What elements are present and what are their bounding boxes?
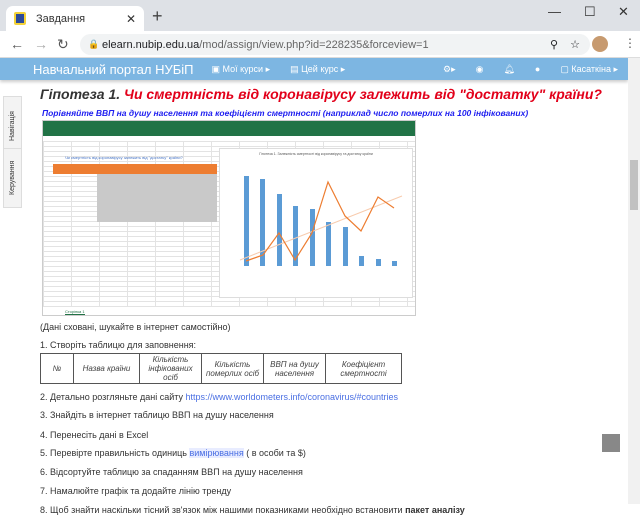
site-favicon-icon <box>14 12 26 25</box>
bar <box>244 176 249 266</box>
bar <box>343 227 348 266</box>
excel-table-header <box>53 164 217 174</box>
bookmark-star-icon[interactable]: ☆ <box>570 38 580 51</box>
excel-ribbon <box>43 121 415 136</box>
lock-icon: 🔒 <box>88 39 100 49</box>
step-1: 1. Створіть таблицю для заповнення: <box>40 340 197 350</box>
step-2-text: 2. Детально розгляньте дані сайту <box>40 392 186 402</box>
col-deaths: Кількість померлих осіб <box>201 353 264 384</box>
bar <box>359 256 364 266</box>
step-5-text: 5. Перевірте правильність одиниць <box>40 448 190 458</box>
url-path: /mod/assign/view.php?id=228235&forceview… <box>199 38 429 51</box>
new-tab-button[interactable]: + <box>152 6 163 27</box>
bar <box>376 259 381 266</box>
bar <box>277 194 282 266</box>
glossary-link[interactable]: вимірювання <box>189 448 244 458</box>
tab-title: Завдання <box>36 12 86 25</box>
url-host: elearn.nubip.edu.ua <box>102 38 200 51</box>
step-6: 6. Відсортуйте таблицю за спаданням ВВП … <box>40 467 303 477</box>
excel-table-body <box>97 174 217 222</box>
page-heading: Гіпотеза 1. Чи смертність від коронавіру… <box>40 86 620 102</box>
reload-button[interactable]: ↻ <box>57 36 69 53</box>
menu-icon[interactable]: ⋮ <box>624 36 636 50</box>
forward-button[interactable]: → <box>34 36 48 52</box>
heading-text: Чи смертність від коронавірусу залежить … <box>124 86 602 102</box>
bar <box>326 222 331 266</box>
page-scrollbar[interactable] <box>628 58 640 504</box>
settings-gear-icon[interactable]: ⚙▸ <box>443 64 456 75</box>
portal-navbar: Навчальний портал НУБіП ▣ Мої курси ▸ ▤ … <box>0 58 628 80</box>
excel-chart: Гіпотеза 1. Залежність смертності від ко… <box>219 148 413 298</box>
step-8-text: 8. Щоб знайти наскільки тісний зв'язок м… <box>40 505 406 515</box>
profile-avatar[interactable] <box>592 36 608 52</box>
fill-table: № Назва країни Кількість інфікованих осі… <box>40 353 402 384</box>
step-8: 8. Щоб знайти наскільки тісний зв'язок м… <box>40 505 465 515</box>
this-course-label: Цей курс <box>301 63 339 74</box>
step-5: 5. Перевірте правильність одиниць вимірю… <box>40 448 306 458</box>
help-icon[interactable]: ◉ <box>476 64 484 75</box>
address-bar-row: ← → ↻ 🔒 elearn.nubip.edu.ua/mod/assign/v… <box>0 31 640 58</box>
side-tab-navigation[interactable]: Навігація <box>3 96 22 156</box>
col-gdp: ВВП на душу населення <box>263 353 326 384</box>
page-subtitle: Порівняйте ВВП на душу населення та коеф… <box>42 108 529 118</box>
step-3: 3. Знайдіть в інтернет таблицю ВВП на ду… <box>40 410 274 420</box>
my-courses-menu[interactable]: ▣ Мої курси ▸ <box>211 64 270 75</box>
url-input[interactable]: 🔒 elearn.nubip.edu.ua/mod/assign/view.ph… <box>80 34 590 55</box>
col-number: № <box>40 353 74 384</box>
close-window-button[interactable]: ✕ <box>618 4 629 20</box>
excel-screenshot: Чи смертність від коронавірусу залежить … <box>42 120 416 316</box>
side-tab-administration[interactable]: Керування <box>3 148 22 208</box>
heading-prefix: Гіпотеза 1. <box>40 86 121 102</box>
messages-icon[interactable]: ● <box>535 64 540 74</box>
step-4: 4. Перенесіть дані в Excel <box>40 430 149 440</box>
col-infected: Кількість інфікованих осіб <box>139 353 202 384</box>
excel-sheet-heading: Чи смертність від коронавірусу залежить … <box>65 155 183 160</box>
step-7: 7. Намалюйте графік та додайте лінію тре… <box>40 486 232 496</box>
col-mortality: Коефіцієнт смертності <box>325 353 402 384</box>
user-name: Касаткіна <box>571 63 611 74</box>
back-to-top-button[interactable] <box>602 434 620 452</box>
excel-chart-plot <box>239 176 403 266</box>
portal-brand[interactable]: Навчальний портал НУБіП <box>33 62 193 77</box>
bar <box>310 209 315 266</box>
bar <box>392 261 397 266</box>
this-course-menu[interactable]: ▤ Цей курс ▸ <box>290 64 345 75</box>
step-2: 2. Детально розгляньте дані сайту https:… <box>40 392 398 402</box>
my-courses-label: Мої курси <box>222 63 264 74</box>
user-menu[interactable]: ▢ Касаткіна ▸ <box>560 64 618 75</box>
back-button[interactable]: ← <box>10 36 24 52</box>
browser-tab[interactable]: Завдання ✕ <box>6 6 144 31</box>
analysis-pack-bold: пакет аналізу <box>405 505 465 515</box>
close-tab-icon[interactable]: ✕ <box>126 12 136 26</box>
zoom-icon[interactable]: ⚲ <box>550 38 558 51</box>
excel-sheet-tab: Сторінка 1 <box>65 309 85 315</box>
browser-tab-bar: Завдання ✕ + — ☐ ✕ <box>0 0 640 31</box>
hidden-data-note: (Дані сховані, шукайте в інтернет самост… <box>40 322 231 332</box>
scrollbar-thumb[interactable] <box>630 160 638 210</box>
step-5-tail: ( в особи та $) <box>243 448 306 458</box>
excel-chart-bars <box>244 176 397 266</box>
maximize-button[interactable]: ☐ <box>584 4 596 20</box>
col-country: Назва країни <box>73 353 140 384</box>
minimize-button[interactable]: — <box>548 4 561 19</box>
notifications-bell-icon[interactable]: 🔔︎ <box>503 64 514 75</box>
main-content: Гіпотеза 1. Чи смертність від коронавіру… <box>40 80 620 515</box>
worldometers-link[interactable]: https://www.worldometers.info/coronaviru… <box>185 392 398 402</box>
